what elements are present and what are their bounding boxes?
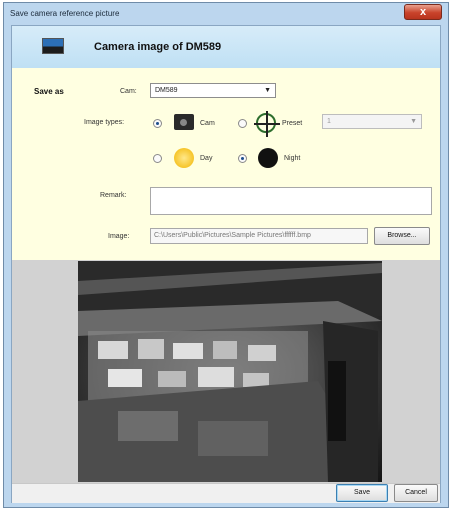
option-night-label: Night xyxy=(284,155,301,162)
title-bar[interactable]: Save camera reference picture x xyxy=(4,3,448,25)
dialog-footer: Save Cancel xyxy=(12,483,440,503)
chevron-down-icon: ▼ xyxy=(410,118,417,125)
remark-label: Remark: xyxy=(100,192,127,199)
save-as-label: Save as xyxy=(34,87,64,96)
camera-snapshot-image xyxy=(78,261,382,482)
save-button[interactable]: Save xyxy=(336,484,388,502)
image-path-field[interactable]: C:\Users\Public\Pictures\Sample Pictures… xyxy=(150,228,368,244)
chevron-down-icon: ▼ xyxy=(264,87,271,94)
form-area: Save as Cam: DM589 ▼ Image types: Cam Pr… xyxy=(12,68,440,260)
header-band: Camera image of DM589 xyxy=(12,26,440,68)
close-button[interactable]: x xyxy=(404,4,442,20)
preview-area xyxy=(12,260,440,483)
window-title: Save camera reference picture xyxy=(10,9,120,18)
dialog-window: Save camera reference picture x Camera i… xyxy=(3,2,449,508)
radio-night[interactable] xyxy=(238,154,247,163)
image-label: Image: xyxy=(108,233,130,240)
radio-cam[interactable] xyxy=(153,119,162,128)
cam-label: Cam: xyxy=(120,88,137,95)
camera-snapshot-drawing xyxy=(78,261,382,482)
browse-button[interactable]: Browse... xyxy=(374,227,430,245)
cancel-button[interactable]: Cancel xyxy=(394,484,438,502)
option-cam-label: Cam xyxy=(200,120,215,127)
cam-select[interactable]: DM589 ▼ xyxy=(150,83,276,98)
crosshair-icon xyxy=(254,111,280,137)
remark-input[interactable] xyxy=(150,187,432,215)
dialog-client: Camera image of DM589 Save as Cam: DM589… xyxy=(11,25,441,503)
preset-select[interactable]: 1 ▼ xyxy=(322,114,422,129)
moon-icon xyxy=(258,148,278,168)
option-day-label: Day xyxy=(200,155,213,162)
sun-icon xyxy=(174,148,194,168)
header-title: Camera image of DM589 xyxy=(94,41,222,53)
image-types-label: Image types: xyxy=(84,119,125,126)
radio-day[interactable] xyxy=(153,154,162,163)
camera-icon xyxy=(174,114,194,130)
radio-preset[interactable] xyxy=(238,119,247,128)
cam-select-value: DM589 xyxy=(155,87,178,94)
preset-select-value: 1 xyxy=(327,118,331,125)
camera-picture-icon xyxy=(42,38,64,54)
option-preset-label: Preset xyxy=(282,120,303,127)
